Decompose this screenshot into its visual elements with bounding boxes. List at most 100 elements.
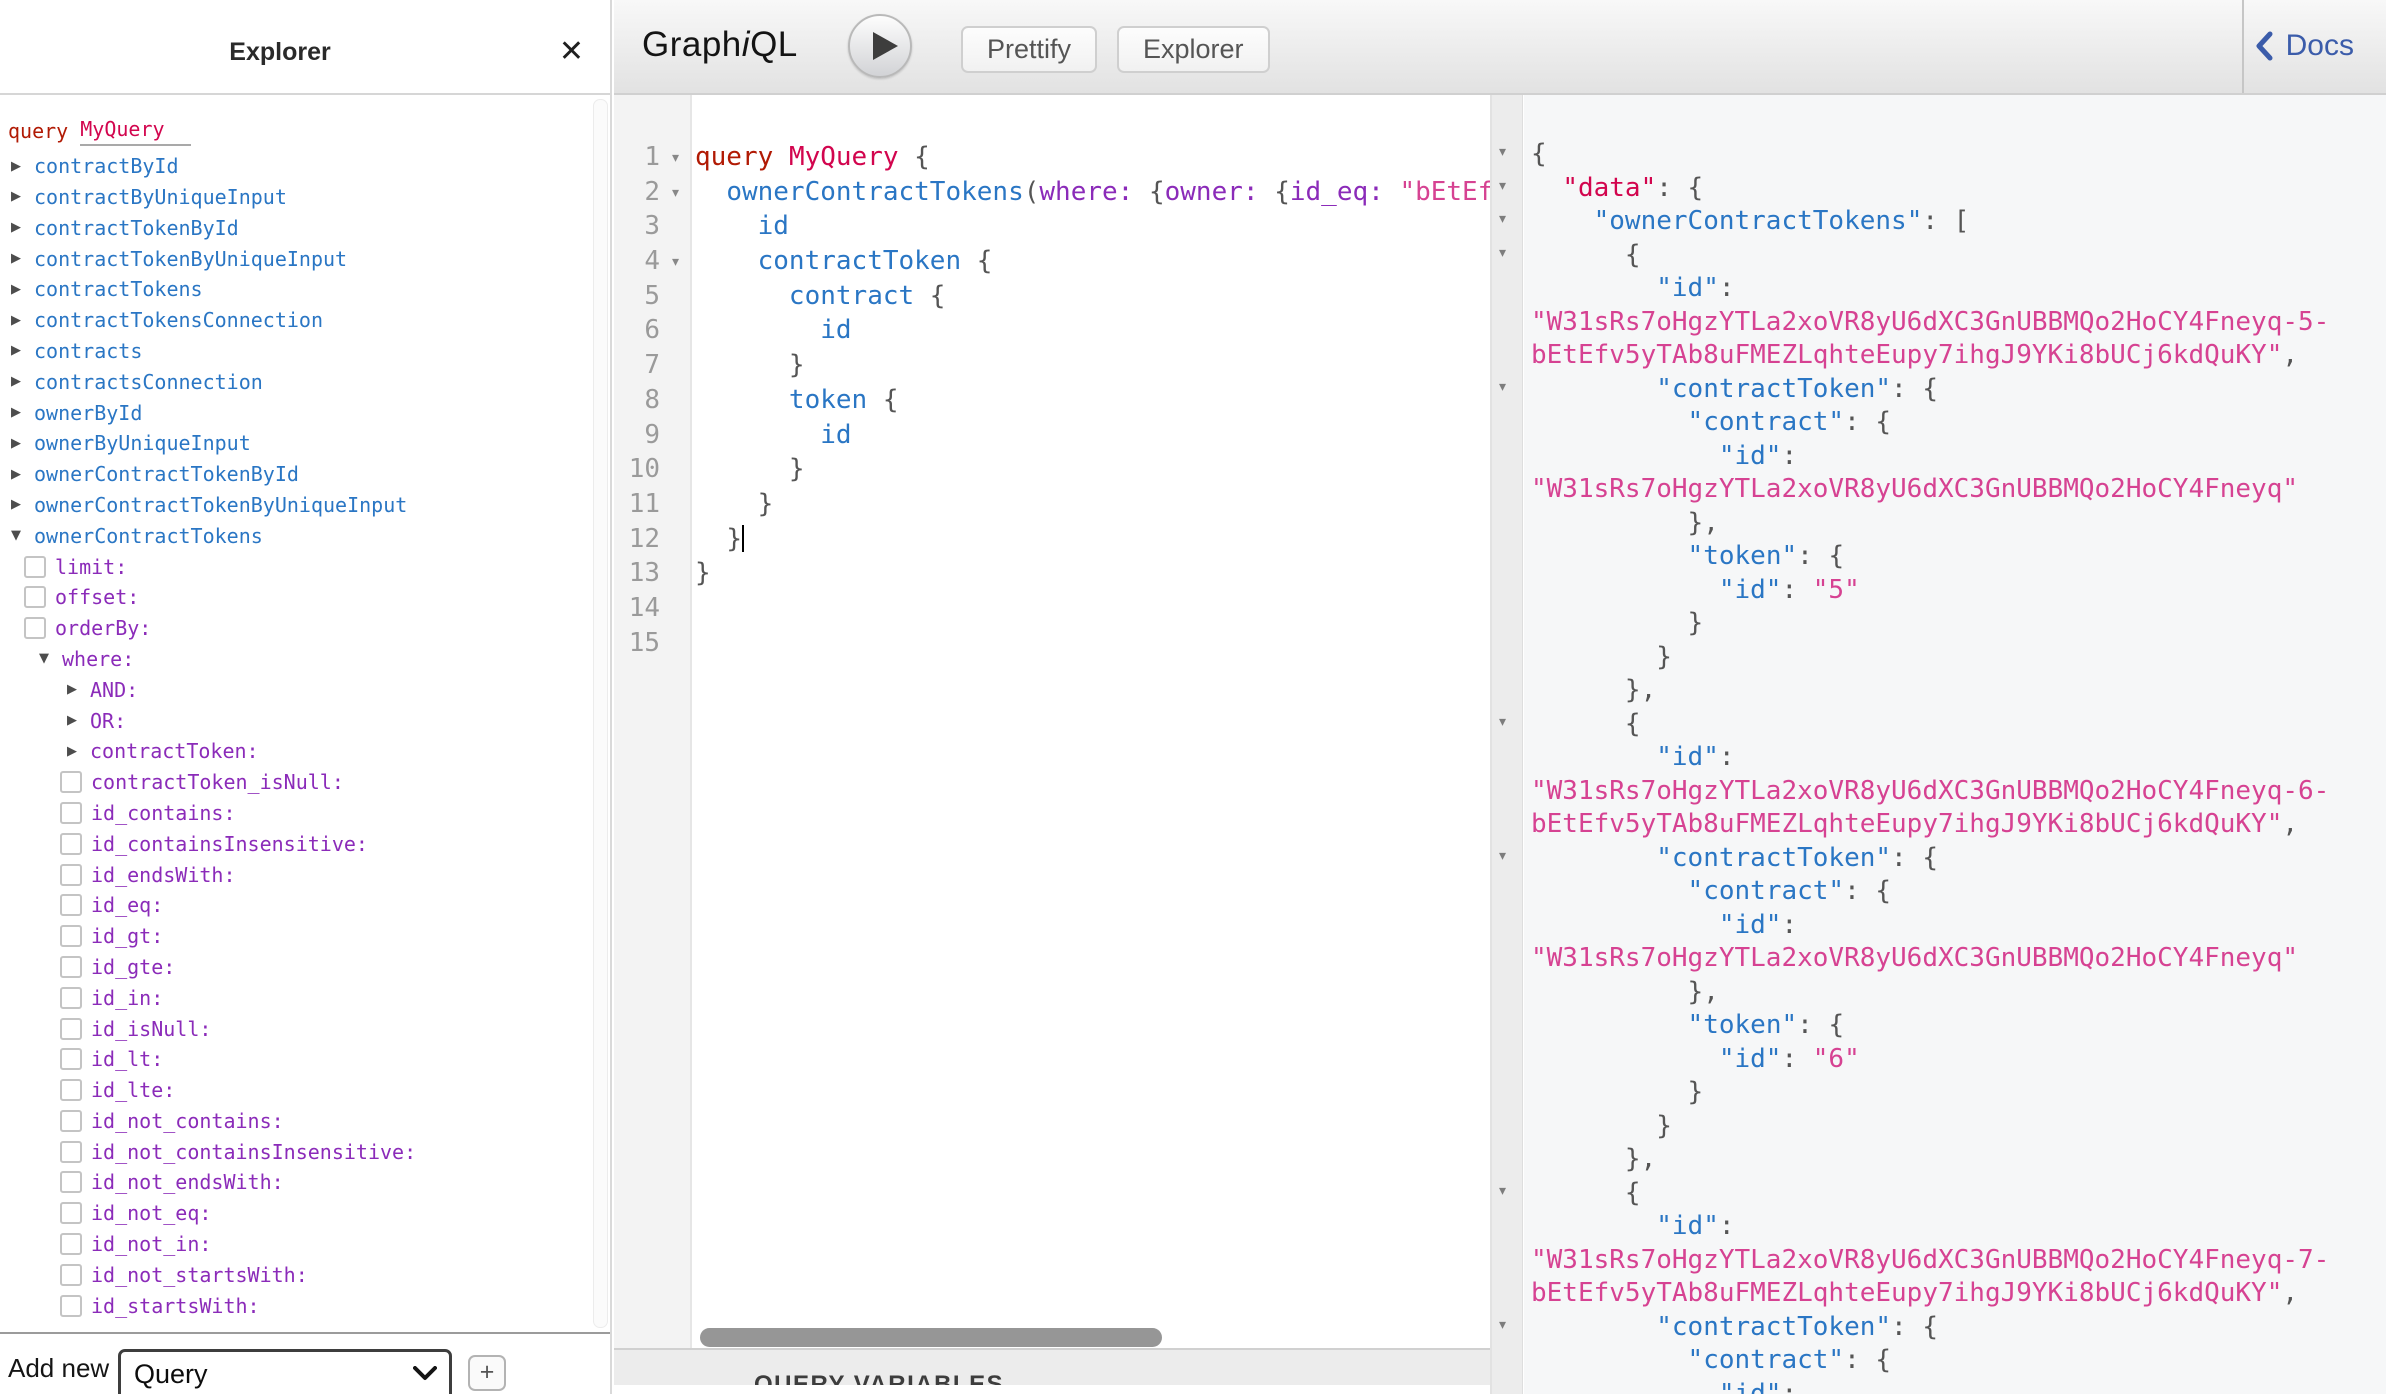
expand-triangle-icon[interactable]: ▶ bbox=[8, 282, 24, 297]
arg-item-offset[interactable]: offset: bbox=[8, 582, 592, 613]
checkbox[interactable] bbox=[60, 1202, 82, 1224]
result-fold-triangle-icon[interactable]: ▾ bbox=[1499, 714, 1506, 730]
checkbox[interactable] bbox=[60, 1295, 82, 1317]
checkbox[interactable] bbox=[24, 556, 46, 578]
arg-item-contractToken[interactable]: ▶contractToken: bbox=[8, 736, 592, 767]
sidebar-item-ownerContractTokens[interactable]: ▼ownerContractTokens bbox=[8, 520, 592, 551]
checkbox[interactable] bbox=[60, 1233, 82, 1255]
result-fold-gutter[interactable]: ▾ ▾ ▾ ▾ ▾ ▾ ▾ ▾ ▾ bbox=[1490, 95, 1523, 1394]
checkbox[interactable] bbox=[60, 925, 82, 947]
result-fold-triangle-icon[interactable]: ▾ bbox=[1499, 144, 1506, 160]
close-icon[interactable]: ✕ bbox=[559, 34, 584, 69]
result-pane[interactable]: { "data": { "ownerContractTokens": [ { "… bbox=[1524, 95, 2386, 1394]
result-fold-triangle-icon[interactable]: ▾ bbox=[1499, 245, 1506, 261]
expand-triangle-icon[interactable]: ▶ bbox=[64, 682, 80, 697]
sidebar-item-ownerContractTokenByUniqueInput[interactable]: ▶ownerContractTokenByUniqueInput bbox=[8, 490, 592, 521]
arg-item-id_startsWith[interactable]: id_startsWith: bbox=[8, 1290, 592, 1321]
arg-item-id_isNull[interactable]: id_isNull: bbox=[8, 1013, 592, 1044]
sidebar-item-contracts[interactable]: ▶contracts bbox=[8, 336, 592, 367]
expand-triangle-icon[interactable]: ▶ bbox=[8, 405, 24, 420]
arg-item-orderBy[interactable]: orderBy: bbox=[8, 613, 592, 644]
result-fold-triangle-icon[interactable]: ▾ bbox=[1499, 379, 1506, 395]
arg-item-AND[interactable]: ▶AND: bbox=[8, 674, 592, 705]
fold-triangle-icon[interactable]: ▾ bbox=[672, 141, 679, 176]
checkbox[interactable] bbox=[60, 771, 82, 793]
arg-item-id_not_eq[interactable]: id_not_eq: bbox=[8, 1198, 592, 1229]
result-fold-triangle-icon[interactable]: ▾ bbox=[1499, 178, 1506, 194]
arg-item-id_lte[interactable]: id_lte: bbox=[8, 1075, 592, 1106]
arg-item-id_not_contains[interactable]: id_not_contains: bbox=[8, 1106, 592, 1137]
sidebar-item-contractTokenByUniqueInput[interactable]: ▶contractTokenByUniqueInput bbox=[8, 243, 592, 274]
arg-item-id_lt[interactable]: id_lt: bbox=[8, 1044, 592, 1075]
fold-triangle-icon[interactable]: ▾ bbox=[672, 176, 679, 211]
sidebar-item-contractTokenById[interactable]: ▶contractTokenById bbox=[8, 212, 592, 243]
expand-triangle-icon[interactable]: ▶ bbox=[8, 374, 24, 389]
add-operation-button[interactable]: + bbox=[468, 1355, 506, 1391]
checkbox[interactable] bbox=[60, 1264, 82, 1286]
expand-triangle-icon[interactable]: ▶ bbox=[8, 251, 24, 266]
checkbox[interactable] bbox=[60, 1079, 82, 1101]
fold-triangle-icon[interactable]: ▾ bbox=[672, 245, 679, 280]
operation-row[interactable]: query MyQuery bbox=[8, 116, 592, 147]
checkbox[interactable] bbox=[60, 1171, 82, 1193]
collapse-triangle-icon[interactable]: ▼ bbox=[36, 651, 52, 666]
arg-item-contractToken_isNull[interactable]: contractToken_isNull: bbox=[8, 767, 592, 798]
sidebar-item-ownerById[interactable]: ▶ownerById bbox=[8, 397, 592, 428]
expand-triangle-icon[interactable]: ▶ bbox=[8, 497, 24, 512]
docs-toggle-button[interactable]: Docs bbox=[2254, 29, 2354, 63]
editor-horizontal-scrollbar-thumb[interactable] bbox=[700, 1328, 1162, 1347]
explorer-scrollbar-track[interactable] bbox=[593, 99, 608, 1328]
arg-item-id_eq[interactable]: id_eq: bbox=[8, 890, 592, 921]
explorer-schema-tree[interactable]: query MyQuery ▶contractById▶contractByUni… bbox=[0, 97, 592, 1332]
result-fold-triangle-icon[interactable]: ▾ bbox=[1499, 848, 1506, 864]
prettify-button[interactable]: Prettify bbox=[961, 26, 1097, 73]
sidebar-item-ownerContractTokenById[interactable]: ▶ownerContractTokenById bbox=[8, 459, 592, 490]
expand-triangle-icon[interactable]: ▶ bbox=[8, 467, 24, 482]
sidebar-item-contractsConnection[interactable]: ▶contractsConnection bbox=[8, 366, 592, 397]
checkbox[interactable] bbox=[60, 1141, 82, 1163]
operation-name-input[interactable]: MyQuery bbox=[80, 117, 190, 146]
checkbox[interactable] bbox=[60, 1048, 82, 1070]
expand-triangle-icon[interactable]: ▶ bbox=[8, 436, 24, 451]
expand-triangle-icon[interactable]: ▶ bbox=[8, 159, 24, 174]
sidebar-item-ownerByUniqueInput[interactable]: ▶ownerByUniqueInput bbox=[8, 428, 592, 459]
checkbox[interactable] bbox=[60, 864, 82, 886]
checkbox[interactable] bbox=[60, 833, 82, 855]
checkbox[interactable] bbox=[24, 617, 46, 639]
checkbox[interactable] bbox=[60, 1110, 82, 1132]
query-editor[interactable]: 1▾query MyQuery {2▾ ownerContractTokens(… bbox=[614, 95, 1490, 1348]
checkbox[interactable] bbox=[60, 956, 82, 978]
collapse-triangle-icon[interactable]: ▼ bbox=[8, 528, 24, 543]
checkbox[interactable] bbox=[60, 894, 82, 916]
arg-item-limit[interactable]: limit: bbox=[8, 551, 592, 582]
expand-triangle-icon[interactable]: ▶ bbox=[8, 189, 24, 204]
execute-query-button[interactable] bbox=[848, 14, 912, 78]
arg-item-id_not_endsWith[interactable]: id_not_endsWith: bbox=[8, 1167, 592, 1198]
checkbox[interactable] bbox=[60, 987, 82, 1009]
sidebar-item-contractTokens[interactable]: ▶contractTokens bbox=[8, 274, 592, 305]
expand-triangle-icon[interactable]: ▶ bbox=[8, 313, 24, 328]
result-fold-triangle-icon[interactable]: ▾ bbox=[1499, 211, 1506, 227]
explorer-toggle-button[interactable]: Explorer bbox=[1117, 26, 1270, 73]
result-fold-triangle-icon[interactable]: ▾ bbox=[1499, 1317, 1506, 1333]
expand-triangle-icon[interactable]: ▶ bbox=[8, 343, 24, 358]
sidebar-item-contractById[interactable]: ▶contractById bbox=[8, 151, 592, 182]
expand-triangle-icon[interactable]: ▶ bbox=[64, 713, 80, 728]
arg-item-id_gte[interactable]: id_gte: bbox=[8, 952, 592, 983]
arg-item-OR[interactable]: ▶OR: bbox=[8, 705, 592, 736]
expand-triangle-icon[interactable]: ▶ bbox=[8, 220, 24, 235]
arg-item-id_gt[interactable]: id_gt: bbox=[8, 921, 592, 952]
sidebar-item-contractTokensConnection[interactable]: ▶contractTokensConnection bbox=[8, 305, 592, 336]
checkbox[interactable] bbox=[24, 586, 46, 608]
result-fold-triangle-icon[interactable]: ▾ bbox=[1499, 1183, 1506, 1199]
arg-item-id_not_containsInsensitive[interactable]: id_not_containsInsensitive: bbox=[8, 1136, 592, 1167]
arg-item-id_contains[interactable]: id_contains: bbox=[8, 798, 592, 829]
arg-item-id_endsWith[interactable]: id_endsWith: bbox=[8, 859, 592, 890]
sidebar-item-contractByUniqueInput[interactable]: ▶contractByUniqueInput bbox=[8, 182, 592, 213]
arg-item-where[interactable]: ▼where: bbox=[8, 644, 592, 675]
arg-item-id_not_in[interactable]: id_not_in: bbox=[8, 1229, 592, 1260]
operation-type-select[interactable]: Query bbox=[118, 1349, 452, 1394]
checkbox[interactable] bbox=[60, 802, 82, 824]
query-variables-bar[interactable]: QUERY VARIABLES bbox=[614, 1348, 1490, 1385]
checkbox[interactable] bbox=[60, 1018, 82, 1040]
